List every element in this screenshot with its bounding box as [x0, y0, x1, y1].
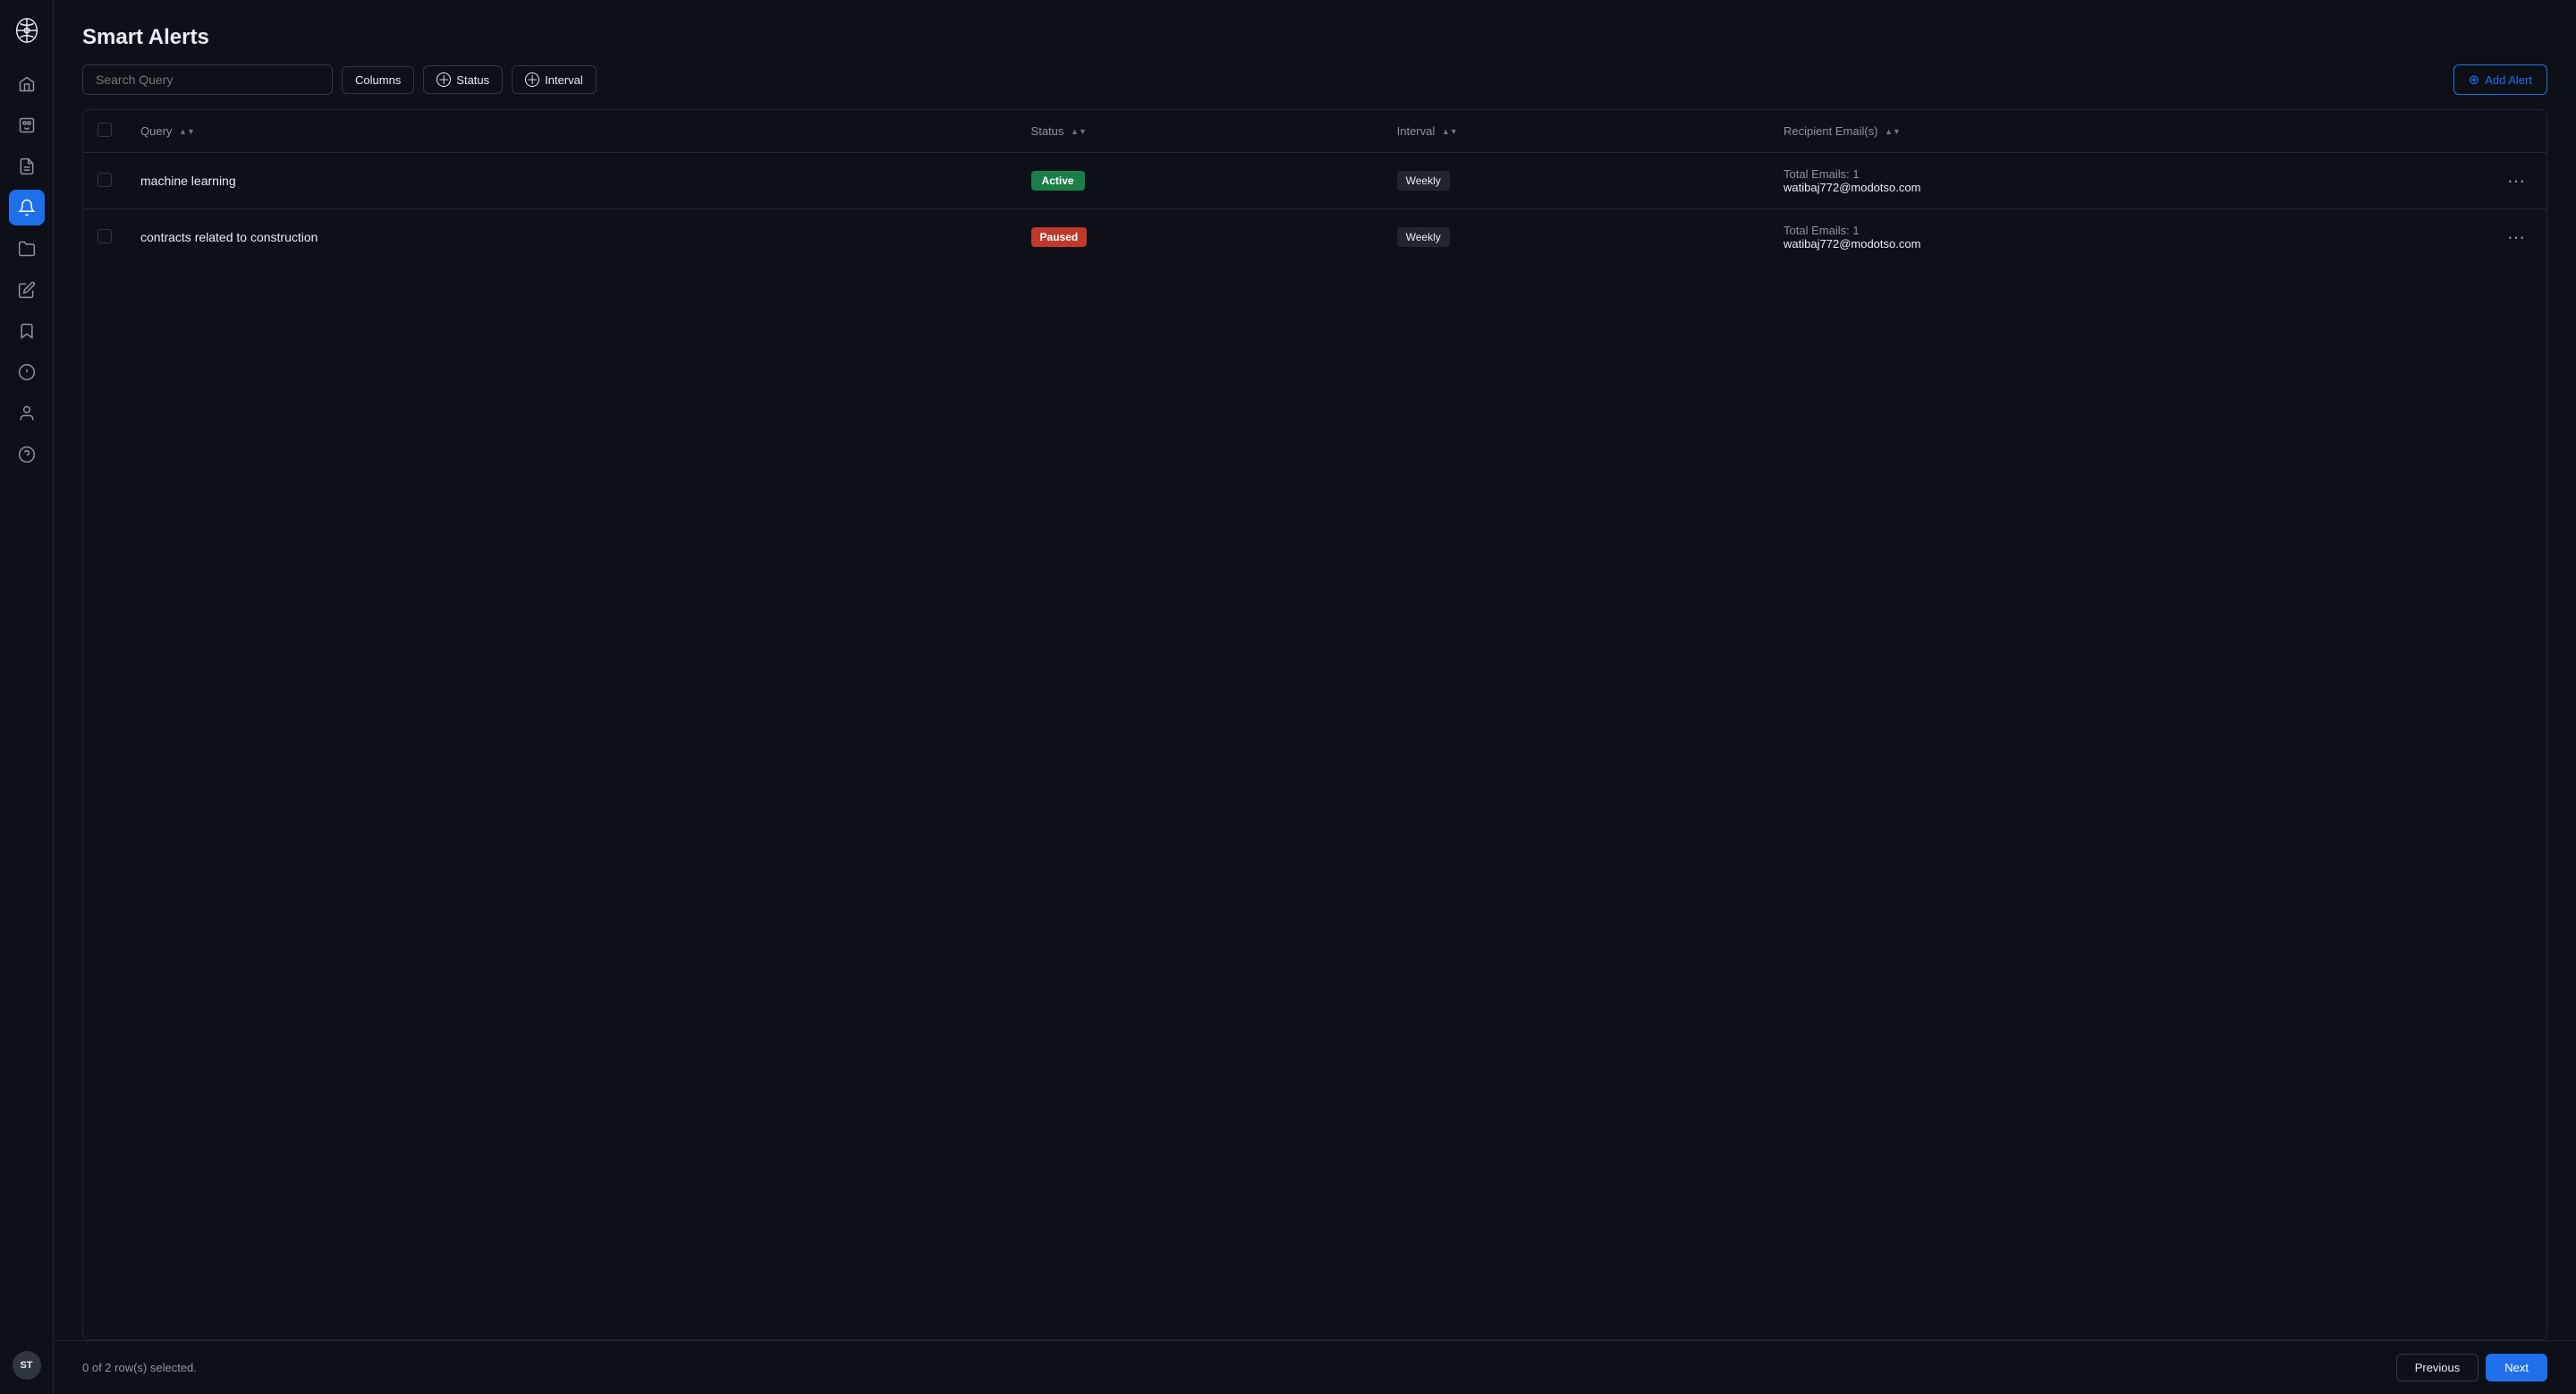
- select-all-checkbox[interactable]: [97, 123, 112, 137]
- table-row: machine learning Active Weekly Total Ema…: [83, 153, 2546, 209]
- sidebar-item-bookmarks[interactable]: [9, 313, 45, 349]
- add-alert-button[interactable]: ⊕ Add Alert: [2453, 64, 2547, 95]
- table-header: Query ▲▼ Status ▲▼ Interval ▲▼ Recipie: [83, 110, 2546, 153]
- status-plus-icon: ＋: [436, 72, 451, 87]
- row-interval: Weekly: [1383, 153, 1769, 209]
- interval-sort-icon: ▲▼: [1442, 128, 1458, 137]
- th-actions: [2486, 110, 2546, 153]
- table-scroll-area: Query ▲▼ Status ▲▼ Interval ▲▼ Recipie: [83, 110, 2546, 1339]
- row-checkbox-cell: [83, 209, 126, 266]
- row-email-cell: Total Emails: 1 watibaj772@modotso.com: [1769, 153, 2486, 209]
- table-footer: 0 of 2 row(s) selected. Previous Next: [54, 1340, 2576, 1394]
- row-query: contracts related to construction: [126, 209, 1017, 266]
- pagination-nav: Previous Next: [2396, 1354, 2547, 1381]
- interval-label: Interval: [545, 73, 583, 87]
- row-checkbox[interactable]: [97, 229, 112, 243]
- toolbar: Columns ＋ Status ＋ Interval ⊕ Add Alert: [54, 64, 2576, 109]
- status-badge: Active: [1031, 171, 1085, 191]
- table-row: contracts related to construction Paused…: [83, 209, 2546, 266]
- page-header: Smart Alerts: [54, 0, 2576, 64]
- th-interval[interactable]: Interval ▲▼: [1383, 110, 1769, 153]
- row-more-button[interactable]: ⋯: [2500, 225, 2532, 251]
- recipient-sort-icon: ▲▼: [1885, 128, 1901, 137]
- interval-filter-button[interactable]: ＋ Interval: [512, 65, 597, 94]
- row-actions-cell: ⋯: [2486, 153, 2546, 209]
- th-query[interactable]: Query ▲▼: [126, 110, 1017, 153]
- row-email-cell: Total Emails: 1 watibaj772@modotso.com: [1769, 209, 2486, 266]
- interval-plus-icon: ＋: [525, 72, 539, 87]
- selection-status: 0 of 2 row(s) selected.: [82, 1361, 197, 1374]
- add-alert-plus-icon: ⊕: [2469, 72, 2480, 88]
- th-interval-label: Interval: [1397, 124, 1436, 138]
- row-checkbox[interactable]: [97, 173, 112, 187]
- th-status[interactable]: Status ▲▼: [1017, 110, 1383, 153]
- status-filter-button[interactable]: ＋ Status: [423, 65, 503, 94]
- sidebar-item-home[interactable]: [9, 66, 45, 102]
- query-sort-icon: ▲▼: [179, 128, 195, 137]
- email-address: watibaj772@modotso.com: [1784, 237, 2471, 251]
- previous-button[interactable]: Previous: [2396, 1354, 2479, 1381]
- row-status: Active: [1017, 153, 1383, 209]
- status-badge: Paused: [1031, 227, 1088, 247]
- interval-badge: Weekly: [1397, 227, 1450, 247]
- sidebar-item-edit[interactable]: [9, 272, 45, 308]
- sidebar-item-folders[interactable]: [9, 231, 45, 267]
- th-recipient-emails[interactable]: Recipient Email(s) ▲▼: [1769, 110, 2486, 153]
- columns-button[interactable]: Columns: [342, 66, 414, 94]
- main-content: Smart Alerts Columns ＋ Status ＋ Interval…: [54, 0, 2576, 1394]
- user-avatar[interactable]: ST: [13, 1351, 41, 1380]
- next-button[interactable]: Next: [2486, 1354, 2547, 1381]
- app-logo: [11, 14, 43, 47]
- email-address: watibaj772@modotso.com: [1784, 181, 2471, 194]
- status-label: Status: [456, 73, 489, 87]
- sidebar-item-help[interactable]: [9, 437, 45, 472]
- sidebar-item-analytics[interactable]: [9, 354, 45, 390]
- alerts-table-container: Query ▲▼ Status ▲▼ Interval ▲▼ Recipie: [82, 109, 2547, 1340]
- th-recipient-label: Recipient Email(s): [1784, 124, 1877, 138]
- total-emails-label: Total Emails: 1: [1784, 167, 2471, 181]
- select-all-cell: [83, 110, 126, 153]
- row-actions-cell: ⋯: [2486, 209, 2546, 266]
- total-emails-label: Total Emails: 1: [1784, 224, 2471, 237]
- sidebar-item-alerts[interactable]: [9, 190, 45, 225]
- th-query-label: Query: [140, 124, 172, 138]
- page-title: Smart Alerts: [82, 25, 2547, 50]
- columns-label: Columns: [355, 73, 401, 87]
- add-alert-label: Add Alert: [2485, 73, 2532, 87]
- alerts-table: Query ▲▼ Status ▲▼ Interval ▲▼ Recipie: [83, 110, 2546, 265]
- sidebar-item-documents[interactable]: [9, 149, 45, 184]
- interval-badge: Weekly: [1397, 171, 1450, 191]
- sidebar: ST: [0, 0, 54, 1394]
- row-interval: Weekly: [1383, 209, 1769, 266]
- th-status-label: Status: [1031, 124, 1064, 138]
- row-more-button[interactable]: ⋯: [2500, 168, 2532, 194]
- search-input[interactable]: [82, 64, 333, 95]
- status-sort-icon: ▲▼: [1071, 128, 1087, 137]
- table-body: machine learning Active Weekly Total Ema…: [83, 153, 2546, 266]
- sidebar-item-user[interactable]: [9, 395, 45, 431]
- sidebar-item-ai[interactable]: [9, 107, 45, 143]
- row-checkbox-cell: [83, 153, 126, 209]
- row-status: Paused: [1017, 209, 1383, 266]
- row-query: machine learning: [126, 153, 1017, 209]
